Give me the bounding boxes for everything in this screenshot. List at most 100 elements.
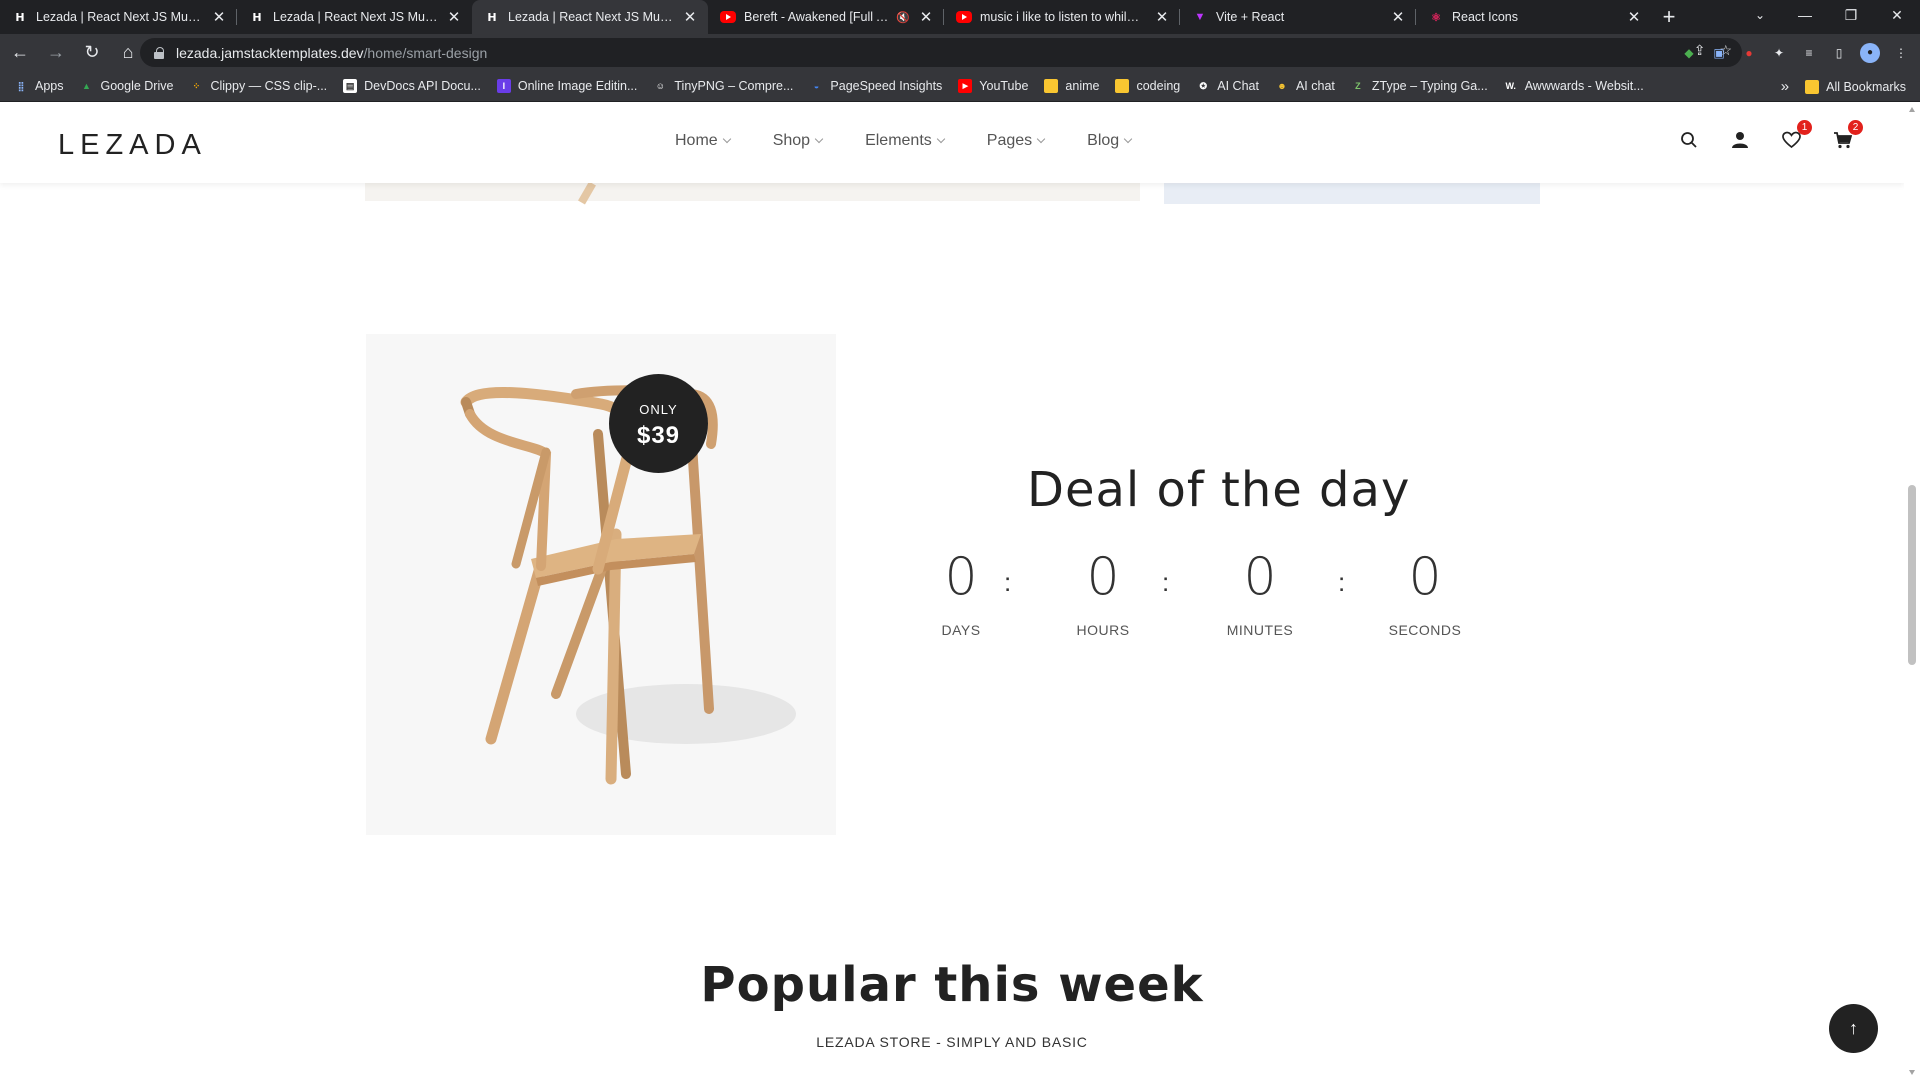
nav-item-pages[interactable]: Pages: [987, 132, 1046, 150]
bookmark-item[interactable]: ✪ AI Chat: [1196, 79, 1258, 93]
speaker-muted-icon[interactable]: 🔇: [896, 11, 910, 24]
bookmark-item[interactable]: ▶ YouTube: [958, 79, 1028, 93]
countdown-hours: 0 HOURS: [1043, 547, 1163, 638]
site-logo[interactable]: LEZADA: [58, 129, 207, 162]
nav-item-shop[interactable]: Shop: [773, 132, 824, 150]
menu-icon[interactable]: ⋮: [1892, 44, 1910, 62]
cart-icon[interactable]: 2: [1832, 120, 1863, 150]
side-panel-icon[interactable]: ▯: [1830, 44, 1848, 62]
deal-title: Deal of the day: [1027, 462, 1411, 518]
translate-icon[interactable]: ▣: [1710, 44, 1728, 62]
window-close-icon[interactable]: ✕: [1874, 0, 1920, 30]
bookmark-item[interactable]: I Online Image Editin...: [496, 79, 637, 93]
youtube-icon: ▶: [958, 79, 973, 93]
clippy-icon: ⁘: [192, 80, 201, 91]
web-page: LEZADA Home Shop Elements Pages Blog 1 2: [0, 102, 1904, 1080]
browser-tab[interactable]: ▼ Vite + React ✕: [1180, 0, 1416, 34]
ai-chat-icon: ☻: [1277, 81, 1287, 91]
url-path: /home/smart-design: [363, 44, 488, 61]
bookmark-item[interactable]: ◒ PageSpeed Insights: [809, 79, 943, 93]
countdown-label: MINUTES: [1226, 622, 1294, 638]
ublock-icon[interactable]: ●: [1740, 44, 1758, 62]
bookmark-item[interactable]: ☻ AI chat: [1275, 79, 1335, 93]
browser-tab-active[interactable]: H Lezada | React Next JS Multipur ✕: [472, 0, 708, 34]
browser-tab-strip: H Lezada | React Next JS Multipur ✕ H Le…: [0, 0, 1920, 34]
reload-icon[interactable]: ↻: [76, 37, 108, 69]
nav-item-blog[interactable]: Blog: [1087, 132, 1133, 150]
new-tab-button[interactable]: +: [1652, 0, 1686, 34]
bookmarks-bar: ⣿ Apps ▲ Google Drive ⁘ Clippy — CSS clip-.…: [0, 71, 1920, 102]
vite-icon: ▼: [1194, 11, 1206, 23]
wooden-chair-illustration: [460, 385, 796, 785]
popular-section-title: Popular this week: [700, 957, 1204, 1013]
scroll-up-arrow-icon[interactable]: [1909, 107, 1915, 112]
wishlist-heart-icon[interactable]: 1: [1781, 120, 1812, 150]
all-bookmarks-button[interactable]: All Bookmarks: [1826, 80, 1906, 94]
bookmark-item[interactable]: W. Awwwards - Websit...: [1504, 79, 1643, 93]
tab-title: React Icons: [1452, 10, 1519, 24]
countdown-value: 0: [944, 547, 978, 607]
bookmark-item[interactable]: ☺ TinyPNG – Compre...: [653, 79, 794, 93]
restore-icon[interactable]: ❐: [1828, 0, 1874, 30]
close-icon[interactable]: ✕: [918, 8, 934, 26]
browser-tab[interactable]: ⚛ React Icons ✕: [1416, 0, 1652, 34]
nav-item-elements[interactable]: Elements: [865, 132, 946, 150]
countdown-minutes: 0 MINUTES: [1200, 547, 1320, 638]
reading-list-icon[interactable]: ≡: [1800, 44, 1818, 62]
pagespeed-icon: ◒: [813, 81, 820, 91]
tab-title: Lezada | React Next JS Multipur: [36, 10, 203, 24]
page-scrollbar[interactable]: [1904, 102, 1920, 1080]
folder-icon: [1805, 79, 1820, 94]
close-icon[interactable]: ✕: [682, 8, 698, 26]
forward-icon[interactable]: →: [40, 37, 72, 69]
bookmark-folder[interactable]: codeing: [1115, 79, 1180, 93]
countdown-separator: :: [1004, 567, 1012, 597]
react-icon: ⚛: [1431, 11, 1441, 24]
puzzle-icon[interactable]: ✦: [1770, 44, 1788, 62]
scrollbar-thumb[interactable]: [1908, 485, 1916, 665]
price-badge: ONLY $39: [609, 374, 708, 473]
scroll-to-top-button[interactable]: ↑: [1829, 1004, 1878, 1053]
back-icon[interactable]: ←: [4, 37, 36, 69]
chevron-down-icon: [1123, 134, 1133, 144]
bookmark-item[interactable]: ⣿ Apps: [14, 79, 64, 93]
browser-tab[interactable]: H Lezada | React Next JS Multipur ✕: [0, 0, 237, 34]
countdown-separator: :: [1338, 567, 1346, 597]
lock-icon[interactable]: [154, 46, 166, 59]
countdown-seconds: 0 SECONDS: [1365, 547, 1485, 638]
bookmark-item[interactable]: ⁘ Clippy — CSS clip-...: [189, 79, 327, 93]
close-icon[interactable]: ✕: [1154, 8, 1170, 26]
chevron-down-icon: [1036, 134, 1046, 144]
close-icon[interactable]: ✕: [1626, 8, 1642, 26]
browser-tab[interactable]: music i like to listen to while co ✕: [944, 0, 1180, 34]
close-icon[interactable]: ✕: [1390, 8, 1406, 26]
bookmark-item[interactable]: ▲ Google Drive: [80, 79, 173, 93]
extension-icon[interactable]: ◆: [1680, 44, 1698, 62]
browser-toolbar: ← → ↻ ⌂ lezada.jamstacktemplates.dev/hom…: [0, 34, 1920, 71]
address-bar[interactable]: lezada.jamstacktemplates.dev/home/smart-…: [140, 38, 1742, 67]
profile-avatar[interactable]: ●: [1860, 42, 1880, 63]
nav-item-home[interactable]: Home: [675, 132, 731, 150]
bookmark-item[interactable]: ▤ DevDocs API Docu...: [343, 79, 481, 93]
h-logo-icon: H: [487, 10, 497, 24]
price-badge-prefix: ONLY: [639, 402, 678, 417]
h-logo-icon: H: [252, 10, 262, 24]
countdown-value: 0: [1408, 547, 1442, 607]
countdown-days: 0 DAYS: [901, 547, 1021, 638]
browser-tab[interactable]: H Lezada | React Next JS Multipur ✕: [237, 0, 472, 34]
bookmark-item[interactable]: Z ZType – Typing Ga...: [1351, 79, 1488, 93]
user-icon[interactable]: [1730, 130, 1750, 150]
scroll-down-arrow-icon[interactable]: [1909, 1070, 1915, 1075]
minimize-icon[interactable]: —: [1782, 0, 1828, 30]
bookmark-folder[interactable]: anime: [1044, 79, 1099, 93]
search-icon[interactable]: [1679, 130, 1699, 150]
awwwards-icon: W.: [1505, 81, 1516, 91]
close-icon[interactable]: ✕: [446, 8, 462, 26]
main-nav: Home Shop Elements Pages Blog: [675, 132, 1174, 150]
close-icon[interactable]: ✕: [211, 8, 227, 26]
more-bookmarks-button[interactable]: »: [1781, 78, 1789, 95]
deal-product-image[interactable]: ONLY $39: [366, 334, 836, 835]
browser-tab[interactable]: Bereft - Awakened [Full Alb 🔇 ✕: [708, 0, 944, 34]
tab-search-icon[interactable]: ⌄: [1740, 0, 1780, 30]
folder-icon: [1044, 79, 1059, 93]
